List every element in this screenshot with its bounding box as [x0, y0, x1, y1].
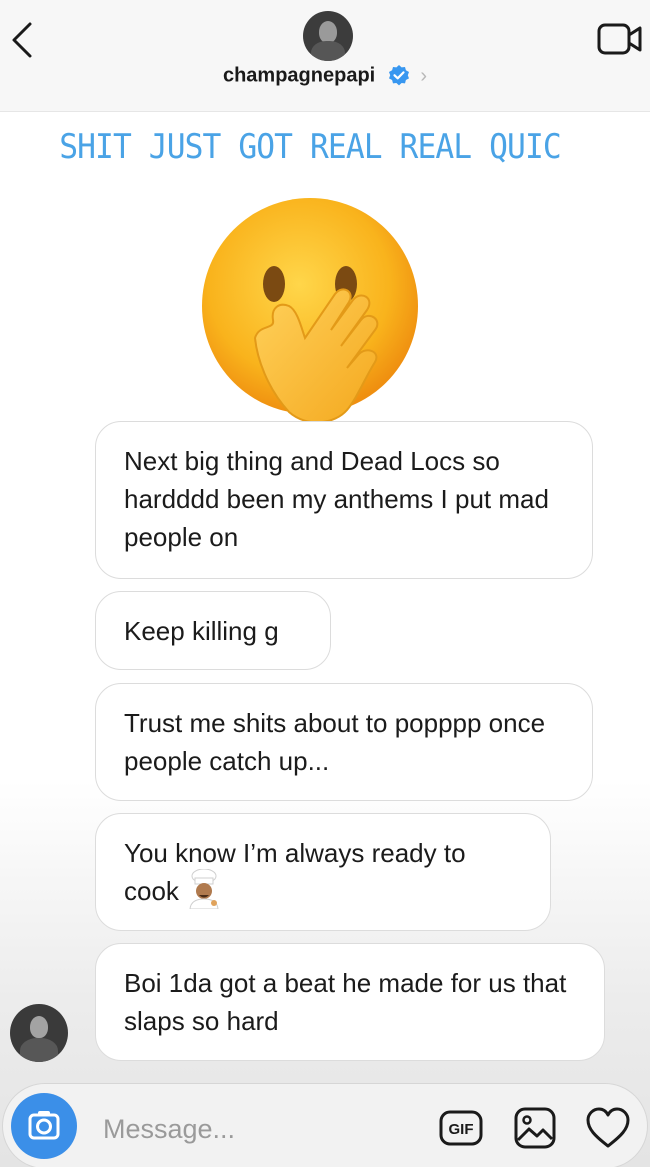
- avatar-face: [30, 1016, 48, 1038]
- like-button[interactable]: [585, 1106, 631, 1150]
- chat-header: champagnepapi ›: [0, 0, 650, 112]
- image-icon: [514, 1107, 556, 1149]
- message-bubble[interactable]: Boi 1da got a beat he made for us that s…: [95, 943, 605, 1061]
- message-bubble[interactable]: You know I’m always ready to cook: [95, 813, 551, 931]
- avatar-body: [20, 1038, 58, 1062]
- camera-button[interactable]: [11, 1093, 77, 1159]
- face-with-hand-over-mouth-icon: [202, 198, 418, 424]
- back-arrow-icon: [12, 22, 32, 58]
- video-camera-icon: [597, 23, 642, 55]
- message-text: Trust me shits about to popppp once peop…: [124, 708, 546, 776]
- avatar-face: [319, 21, 337, 43]
- message-bubble[interactable]: Trust me shits about to popppp once peop…: [95, 683, 593, 801]
- chevron-right-icon: ›: [420, 64, 428, 87]
- camera-icon: [28, 1111, 60, 1140]
- header-avatar[interactable]: [303, 11, 353, 61]
- face-with-hand-over-mouth-emoji: [197, 198, 423, 428]
- avatar-body: [311, 41, 345, 61]
- message-bubble[interactable]: Next big thing and Dead Locs so hardddd …: [95, 421, 593, 579]
- message-bubble[interactable]: Keep killing g: [95, 591, 331, 670]
- photo-gallery-button[interactable]: [513, 1106, 557, 1150]
- gif-label: GIF: [449, 1121, 474, 1138]
- message-text: Keep killing g: [124, 616, 279, 646]
- gif-icon: GIF: [439, 1110, 483, 1146]
- gif-button[interactable]: GIF: [439, 1108, 483, 1148]
- username: champagnepapi: [222, 64, 376, 87]
- video-call-button[interactable]: [597, 20, 643, 58]
- verified-badge-icon: [388, 65, 409, 86]
- back-button[interactable]: [6, 18, 42, 62]
- heart-icon: [586, 1107, 630, 1148]
- message-composer: GIF: [2, 1083, 648, 1167]
- message-text: Boi 1da got a beat he made for us that s…: [124, 968, 567, 1036]
- sender-avatar[interactable]: [10, 1004, 68, 1062]
- username-link[interactable]: champagnepapi ›: [0, 64, 650, 88]
- cook-emoji-icon: [189, 869, 219, 910]
- message-text: You know I’m always ready to cook: [124, 838, 466, 906]
- message-input[interactable]: [103, 1109, 423, 1149]
- message-text: Next big thing and Dead Locs so hardddd …: [124, 446, 549, 552]
- story-caption: SHIT JUST GOT REAL REAL QUIC: [59, 127, 561, 167]
